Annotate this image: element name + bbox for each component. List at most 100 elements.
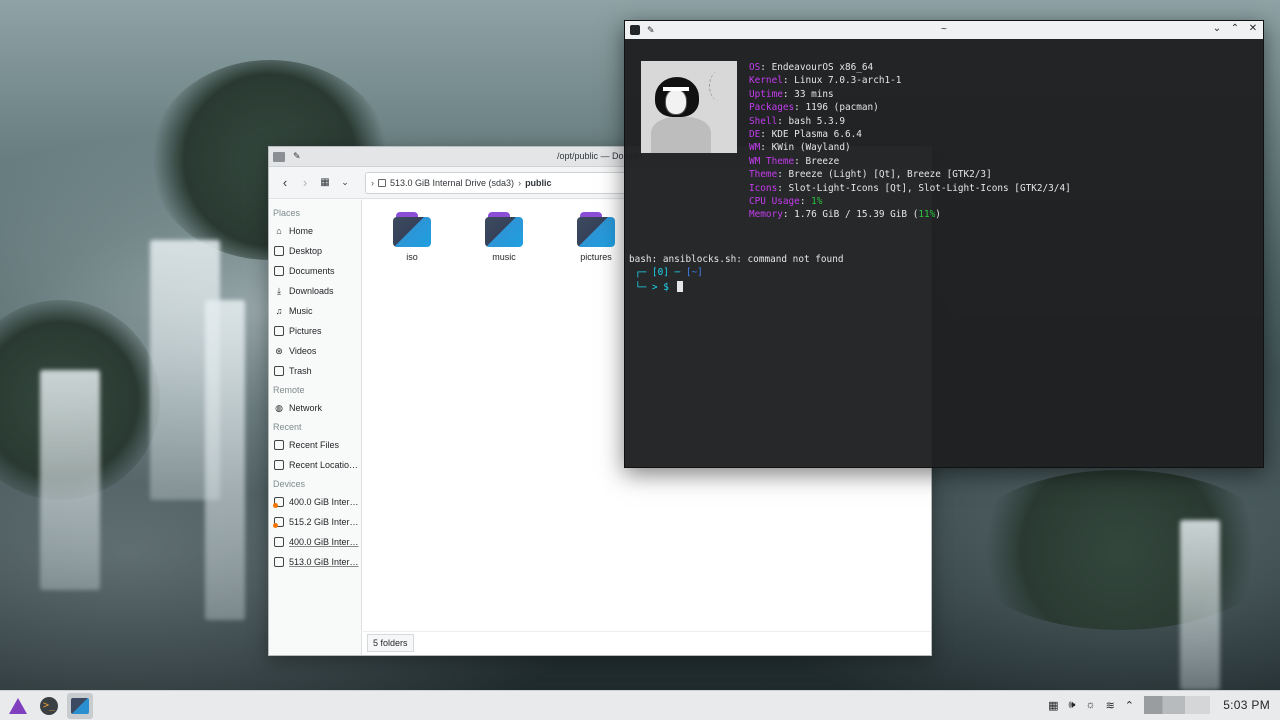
- folder-icon: [485, 210, 523, 248]
- terminal-titlebar[interactable]: ✎ ~ ⌄ ⌃ ✕: [625, 21, 1263, 39]
- wallpaper-waterfall: [1180, 520, 1220, 690]
- devices-heading: Devices: [273, 479, 306, 489]
- places-item-label: Recent Files: [289, 440, 340, 450]
- device-item[interactable]: 513.0 GiB Inter…: [269, 552, 361, 572]
- places-item-pictures[interactable]: Pictures: [269, 321, 361, 341]
- wallpaper-foliage: [960, 470, 1280, 630]
- prompt-symbol: └─ > $: [635, 282, 675, 293]
- places-item-label: Videos: [289, 346, 317, 356]
- info-key: Memory: [749, 209, 783, 221]
- home-icon: ⌂: [276, 226, 282, 236]
- music-icon: ♫: [275, 306, 283, 316]
- info-key: Uptime: [749, 88, 783, 100]
- places-item-label: Home: [289, 226, 314, 236]
- places-item-home[interactable]: ⌂ Home: [269, 221, 361, 241]
- places-item-recent-files[interactable]: Recent Files: [269, 435, 361, 455]
- folder-item[interactable]: iso: [382, 210, 442, 262]
- device-item[interactable]: 400.0 GiB Inter…: [269, 532, 361, 552]
- chevron-right-icon: ›: [518, 177, 522, 188]
- places-item-label: Pictures: [289, 326, 322, 336]
- status-bar: 5 folders: [363, 631, 931, 655]
- chevron-down-icon[interactable]: ⌄: [335, 173, 355, 193]
- brightness-icon[interactable]: ☼: [1085, 699, 1095, 711]
- info-row: Shell: bash 5.3.9: [749, 115, 845, 127]
- minimize-icon[interactable]: ⌄: [1211, 23, 1223, 34]
- folder-label: pictures: [580, 252, 612, 262]
- clock[interactable]: 5:03 PM: [1223, 698, 1270, 712]
- memory-percent: 11%: [918, 209, 936, 221]
- breadcrumb-drive[interactable]: 513.0 GiB Internal Drive (sda3): [390, 178, 514, 188]
- terminal-app-icon[interactable]: [630, 25, 640, 35]
- info-key: Kernel: [749, 75, 783, 87]
- breadcrumb[interactable]: › 513.0 GiB Internal Drive (sda3) › publ…: [365, 171, 627, 194]
- info-value: Slot-Light-Icons [Qt], Slot-Light-Icons …: [788, 182, 1071, 194]
- info-row: Uptime: 33 mins: [749, 88, 834, 100]
- error-line: bash: ansiblocks.sh: command not found: [629, 254, 844, 265]
- info-value: Linux 7.0.3-arch1-1: [794, 75, 902, 87]
- tray-blurred-area: [1144, 696, 1210, 714]
- dolphin-app-icon[interactable]: [273, 151, 285, 162]
- places-item-documents[interactable]: Documents: [269, 261, 361, 281]
- folder-icon: [577, 210, 615, 248]
- volume-icon[interactable]: 🕪: [1069, 699, 1076, 712]
- device-label: 513.0 GiB Inter…: [289, 557, 359, 567]
- maximize-icon[interactable]: ⌃: [1229, 23, 1241, 34]
- folder-item[interactable]: pictures: [566, 210, 626, 262]
- places-item-desktop[interactable]: Desktop: [269, 241, 361, 261]
- pin-icon[interactable]: ✎: [647, 25, 655, 36]
- drive-icon: [273, 497, 284, 508]
- taskbar-konsole[interactable]: >_: [36, 693, 62, 719]
- chevron-right-icon[interactable]: ›: [371, 178, 374, 188]
- cpu-usage-value: 1%: [811, 195, 823, 207]
- info-value: 1196 (pacman): [805, 102, 879, 114]
- terminal-output[interactable]: OS: EndeavourOS x86_64 Kernel: Linux 7.0…: [625, 39, 1263, 467]
- downloads-icon: ⤓: [277, 285, 281, 296]
- terminal-window[interactable]: ✎ ~ ⌄ ⌃ ✕ OS: EndeavourOS x86_64 Kernel:…: [624, 20, 1264, 468]
- places-item-downloads[interactable]: ⤓ Downloads: [269, 281, 361, 301]
- info-row: WM: KWin (Wayland): [749, 142, 851, 154]
- info-row: Icons: Slot-Light-Icons [Qt], Slot-Light…: [749, 182, 1071, 194]
- close-icon[interactable]: ✕: [1247, 23, 1259, 34]
- device-item[interactable]: 400.0 GiB Inter…: [269, 492, 361, 512]
- pin-icon[interactable]: ✎: [293, 151, 301, 162]
- info-row-cpu: CPU Usage: 1%: [749, 195, 823, 207]
- fetch-logo-image: [641, 61, 737, 153]
- places-item-label: Music: [289, 306, 313, 316]
- places-item-music[interactable]: ♫ Music: [269, 301, 361, 321]
- info-row: OS: EndeavourOS x86_64: [749, 62, 874, 73]
- info-key: Shell: [749, 115, 778, 127]
- system-info: OS: EndeavourOS x86_64 Kernel: Linux 7.0…: [749, 61, 1071, 222]
- keyboard-icon[interactable]: ▦: [1048, 699, 1058, 712]
- info-value: Breeze (Light) [Qt], Breeze [GTK2/3]: [788, 169, 992, 181]
- info-value: bash 5.3.9: [788, 115, 845, 127]
- info-key: CPU Usage: [749, 195, 800, 207]
- places-item-label: Downloads: [289, 286, 334, 296]
- application-launcher[interactable]: [5, 693, 31, 719]
- back-button[interactable]: ‹: [275, 173, 295, 193]
- folder-item[interactable]: music: [474, 210, 534, 262]
- taskbar-dolphin[interactable]: [67, 692, 93, 719]
- places-item-trash[interactable]: Trash: [269, 361, 361, 381]
- wifi-icon[interactable]: ≋: [1106, 699, 1115, 712]
- drive-icon: [274, 537, 284, 547]
- system-tray: ▦ 🕪 ☼ ≋ ⌃: [1048, 696, 1210, 714]
- prompt-line-2[interactable]: └─ > $: [635, 281, 683, 293]
- device-label: 400.0 GiB Inter…: [289, 537, 359, 547]
- places-item-videos[interactable]: ⊛ Videos: [269, 341, 361, 361]
- forward-button[interactable]: ›: [295, 173, 315, 193]
- breadcrumb-current[interactable]: public: [525, 178, 552, 188]
- places-item-network[interactable]: ◍ Network: [269, 398, 361, 418]
- konsole-icon: >_: [40, 696, 58, 715]
- chevron-up-icon[interactable]: ⌃: [1125, 699, 1134, 712]
- drive-icon: [274, 557, 284, 567]
- view-mode-button[interactable]: ▦: [315, 173, 335, 193]
- info-key: WM: [749, 142, 761, 154]
- places-item-label: Recent Locatio…: [289, 460, 359, 470]
- info-row: DE: KDE Plasma 6.6.4: [749, 128, 862, 140]
- prompt-status: ┌─ [0] ─: [635, 267, 686, 278]
- text-cursor: [676, 281, 683, 292]
- memory-close: ): [935, 209, 941, 221]
- places-item-recent-locations[interactable]: Recent Locatio…: [269, 455, 361, 475]
- places-heading: Places: [273, 208, 301, 218]
- device-item[interactable]: 515.2 GiB Inter…: [269, 512, 361, 532]
